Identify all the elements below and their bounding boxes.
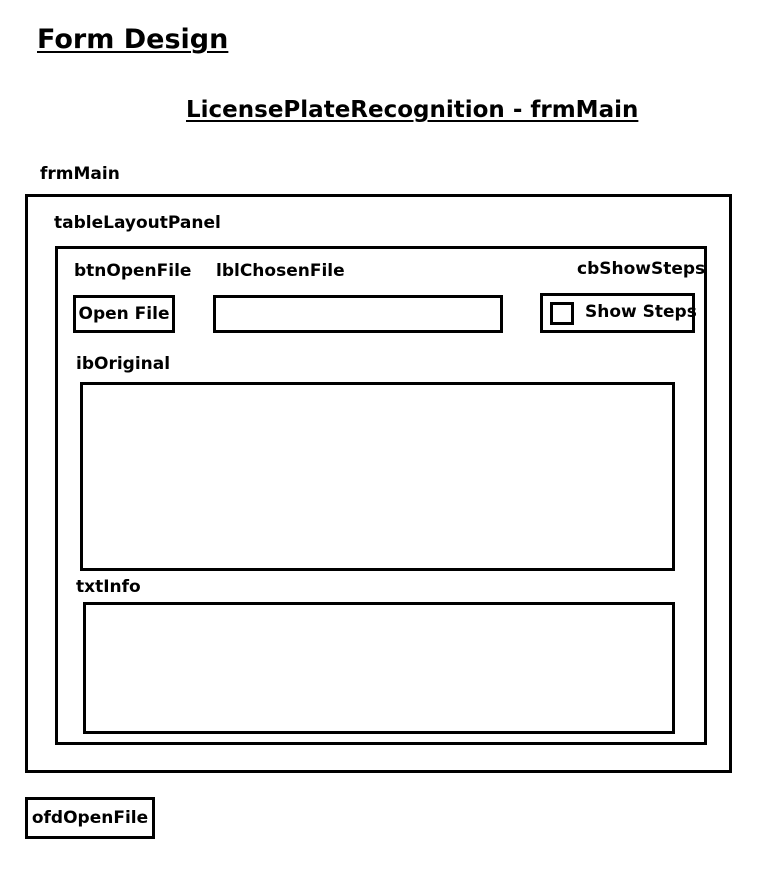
open-file-button[interactable]: Open File (73, 295, 175, 333)
open-file-dialog-component: ofdOpenFile (25, 797, 155, 839)
show-steps-checkbox-label: Show Steps (585, 302, 697, 322)
open-file-dialog-label: ofdOpenFile (31, 808, 149, 828)
checkbox-square[interactable] (550, 302, 574, 325)
ib-original-label: ibOriginal (76, 354, 171, 374)
page-subtitle: LicensePlateRecognition - frmMain (186, 97, 639, 123)
form-name-label: frmMain (40, 164, 120, 184)
open-file-button-label: Open File (78, 304, 170, 324)
info-textbox[interactable] (83, 602, 675, 734)
txt-info-label: txtInfo (76, 577, 141, 597)
page-title: Form Design (37, 24, 229, 55)
show-steps-checkbox[interactable]: Show Steps (540, 293, 697, 333)
table-layout-panel-label: tableLayoutPanel (54, 213, 221, 233)
cb-show-steps-label: cbShowSteps (577, 259, 706, 279)
lbl-chosen-file-label: lblChosenFile (216, 261, 345, 281)
chosen-file-field (213, 295, 503, 333)
original-image-box (80, 382, 675, 571)
btn-open-file-label: btnOpenFile (74, 261, 192, 281)
